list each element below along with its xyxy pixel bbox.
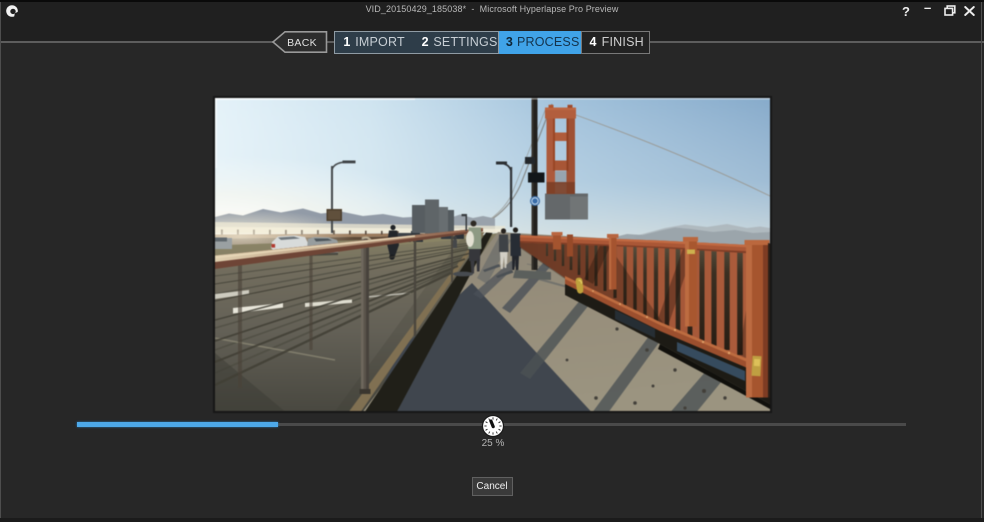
svg-text:BACK: BACK: [287, 37, 317, 49]
